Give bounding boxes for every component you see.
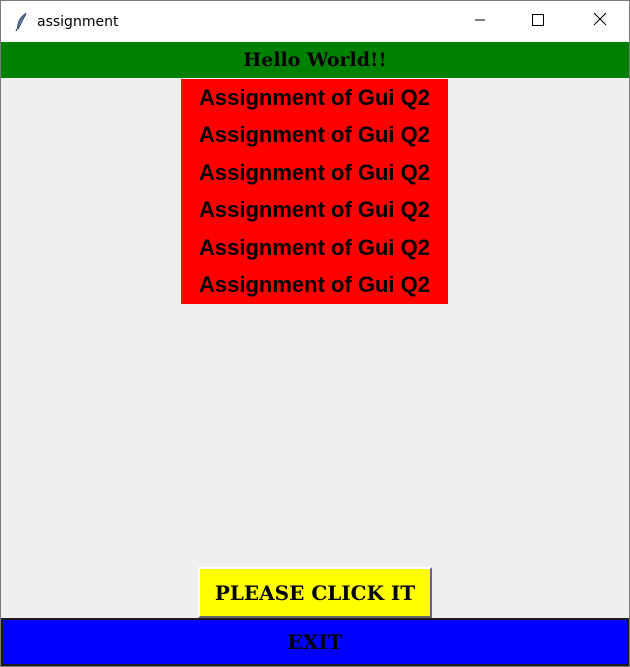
- assignment-label: Assignment of Gui Q2: [198, 122, 431, 148]
- feather-icon: [14, 12, 30, 32]
- assignment-label: Assignment of Gui Q2: [198, 197, 431, 223]
- title-bar[interactable]: assignment: [1, 1, 629, 42]
- maximize-button[interactable]: [509, 1, 567, 42]
- maximize-icon: [532, 13, 544, 31]
- please-click-button[interactable]: PLEASE CLICK IT: [198, 567, 432, 618]
- hello-world-label: Hello World!!: [1, 42, 629, 78]
- minimize-button[interactable]: [451, 1, 509, 42]
- assignment-label-block: Assignment of Gui Q2 Assignment of Gui Q…: [181, 79, 448, 304]
- window-title: assignment: [37, 14, 119, 30]
- exit-button[interactable]: EXIT: [1, 618, 629, 666]
- assignment-label: Assignment of Gui Q2: [198, 234, 431, 260]
- assignment-label: Assignment of Gui Q2: [198, 272, 431, 298]
- assignment-label: Assignment of Gui Q2: [198, 84, 431, 110]
- app-window: assignment Hello World!! Assignment of G…: [0, 0, 630, 667]
- minimize-icon: [474, 13, 486, 31]
- close-button[interactable]: [571, 1, 629, 42]
- assignment-label: Assignment of Gui Q2: [198, 159, 431, 185]
- close-icon: [593, 12, 607, 31]
